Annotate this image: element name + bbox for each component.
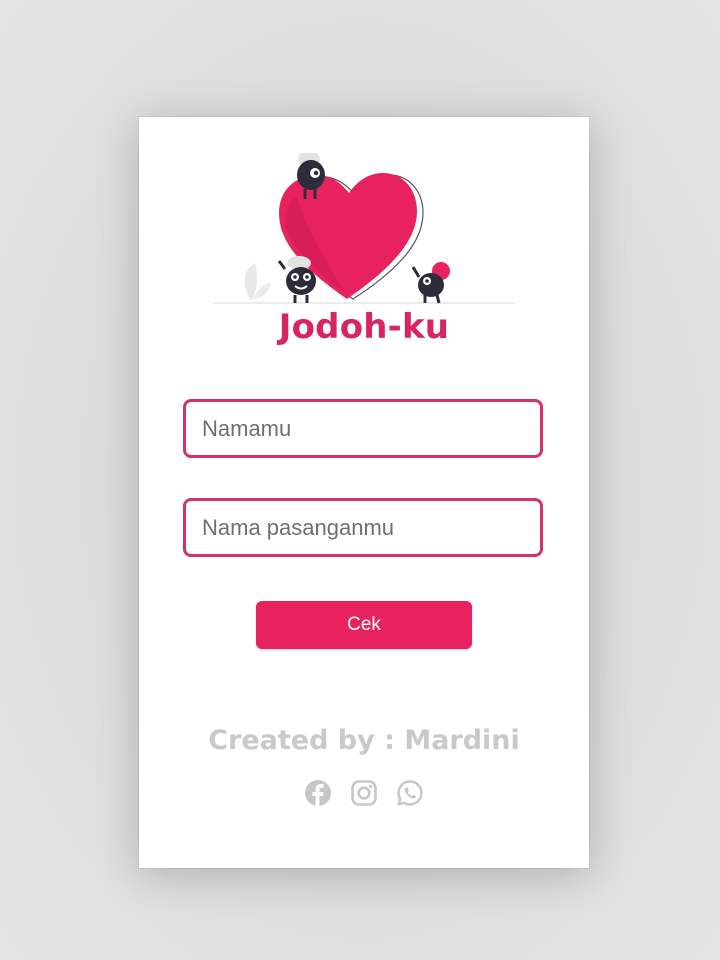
name-field[interactable] bbox=[183, 399, 543, 458]
app-title: Jodoh-ku bbox=[278, 307, 450, 347]
partner-name-field[interactable] bbox=[183, 498, 543, 557]
app-card: Jodoh-ku Cek Created by : Mardini bbox=[139, 117, 589, 868]
whatsapp-link[interactable] bbox=[396, 779, 424, 807]
partner-name-input[interactable] bbox=[186, 501, 540, 554]
name-input[interactable] bbox=[186, 402, 540, 455]
credit-text: Created by : Mardini bbox=[208, 725, 520, 756]
facebook-icon bbox=[305, 780, 331, 806]
check-button[interactable]: Cek bbox=[256, 601, 472, 649]
instagram-icon bbox=[351, 780, 377, 806]
whatsapp-icon bbox=[397, 780, 423, 806]
instagram-link[interactable] bbox=[350, 779, 378, 807]
facebook-link[interactable] bbox=[304, 779, 332, 807]
heart-illustration bbox=[213, 153, 515, 304]
social-links bbox=[139, 779, 589, 807]
